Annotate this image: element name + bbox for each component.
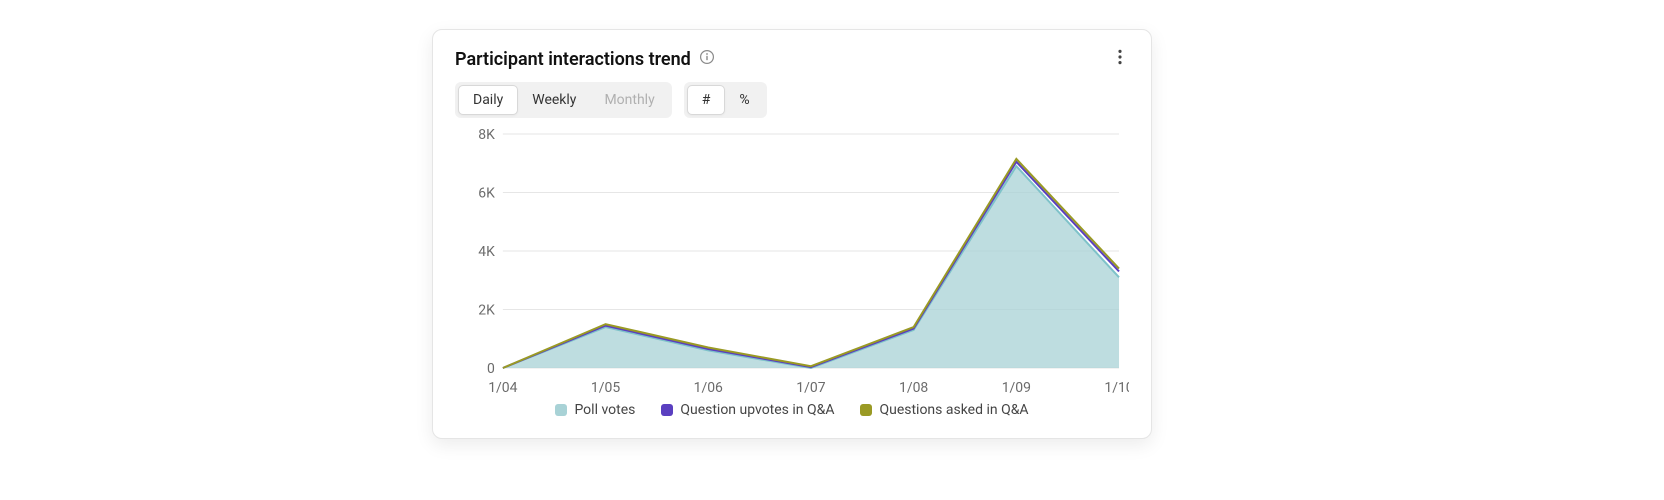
chart-legend: Poll votes Question upvotes in Q&A Quest…	[455, 402, 1129, 418]
svg-text:0: 0	[487, 361, 495, 377]
svg-text:4K: 4K	[478, 244, 495, 260]
title-row: Participant interactions trend	[455, 49, 715, 70]
svg-text:1/10: 1/10	[1104, 380, 1129, 396]
format-segment: # %	[684, 82, 767, 118]
svg-text:1/07: 1/07	[796, 380, 825, 396]
svg-text:2K: 2K	[478, 302, 495, 318]
legend-item-poll[interactable]: Poll votes	[555, 402, 635, 418]
swatch-upvotes	[661, 404, 673, 416]
svg-text:1/04: 1/04	[488, 380, 517, 396]
svg-text:6K: 6K	[478, 185, 495, 201]
chart-svg: 0 2K 4K 6K 8K 1/04 1/05 1/06 1/07 1/08 1/09 1/10	[455, 128, 1129, 398]
svg-text:1/08: 1/08	[899, 380, 928, 396]
legend-item-upvotes[interactable]: Question upvotes in Q&A	[661, 402, 834, 418]
info-icon[interactable]	[699, 49, 715, 69]
svg-text:1/06: 1/06	[694, 380, 723, 396]
controls-row: Daily Weekly Monthly # %	[455, 82, 1129, 118]
card-header: Participant interactions trend	[455, 48, 1129, 70]
card-title: Participant interactions trend	[455, 49, 691, 70]
tab-percent[interactable]: %	[725, 85, 763, 115]
swatch-poll	[555, 404, 567, 416]
more-icon[interactable]	[1111, 48, 1129, 70]
tab-monthly[interactable]: Monthly	[590, 85, 668, 115]
legend-label-poll: Poll votes	[574, 402, 635, 418]
tab-count[interactable]: #	[687, 85, 726, 115]
legend-label-upvotes: Question upvotes in Q&A	[680, 402, 834, 418]
chart-card: Participant interactions trend Daily Wee…	[432, 29, 1152, 439]
tab-daily[interactable]: Daily	[458, 85, 518, 115]
svg-text:8K: 8K	[478, 128, 495, 143]
svg-text:1/05: 1/05	[591, 380, 620, 396]
swatch-asked	[860, 404, 872, 416]
legend-label-asked: Questions asked in Q&A	[879, 402, 1028, 418]
chart-area: 0 2K 4K 6K 8K 1/04 1/05 1/06 1/07 1/08 1/09 1/10	[455, 128, 1129, 398]
period-segment: Daily Weekly Monthly	[455, 82, 672, 118]
legend-item-asked[interactable]: Questions asked in Q&A	[860, 402, 1028, 418]
tab-weekly[interactable]: Weekly	[518, 85, 590, 115]
svg-text:1/09: 1/09	[1002, 380, 1031, 396]
